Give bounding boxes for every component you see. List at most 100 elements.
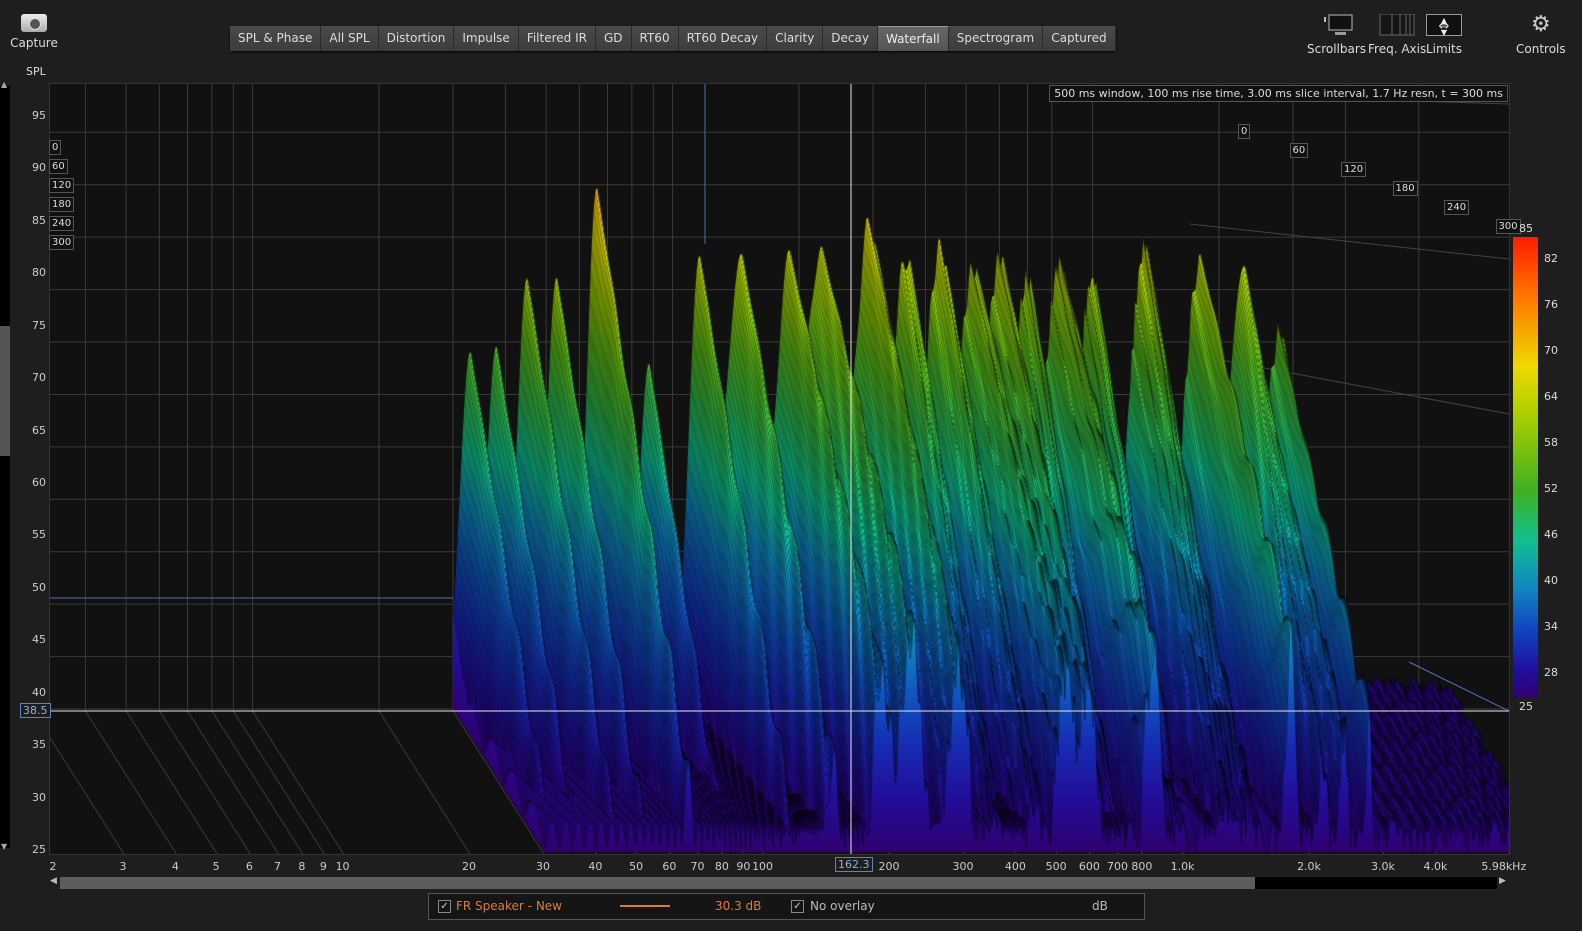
controls-button[interactable]: ⚙ Controls	[1516, 12, 1566, 57]
color-scale-label: 82	[1544, 252, 1558, 265]
camera-icon	[21, 14, 47, 32]
cursor-lines	[50, 84, 1509, 854]
capture-button[interactable]: Capture	[8, 14, 60, 50]
x-tick-label: 2.0k	[1297, 860, 1321, 873]
time-tick-label-left: 240	[49, 216, 75, 231]
overlay-checkbox[interactable]: ✓	[791, 900, 804, 913]
x-tick-label: 200	[878, 860, 900, 873]
waterfall-plot[interactable]	[49, 83, 1510, 855]
scrollbars-label: Scrollbars	[1307, 42, 1367, 56]
x-tick-label: 800	[1131, 860, 1153, 873]
color-scale-label: 40	[1544, 574, 1558, 587]
cursor-spl-readout: 38.5	[20, 703, 51, 718]
tab-waterfall[interactable]: Waterfall	[877, 26, 949, 51]
trace-checkbox[interactable]: ✓	[438, 900, 451, 913]
cursor-frequency-readout: 162.3	[835, 857, 873, 872]
x-tick-label: 4.0k	[1423, 860, 1448, 873]
time-tick-label-left: 60	[49, 159, 68, 174]
tab-captured[interactable]: Captured	[1043, 26, 1116, 51]
waterfall-settings-info: 500 ms window, 100 ms rise time, 3.00 ms…	[1049, 85, 1508, 102]
tab-gd[interactable]: GD	[595, 26, 632, 51]
color-scale-label: 76	[1544, 298, 1558, 311]
horizontal-scroll-thumb[interactable]	[60, 877, 1255, 889]
y-tick-label: 75	[32, 318, 46, 332]
color-scale-label: 64	[1544, 390, 1558, 403]
tab-spectrogram[interactable]: Spectrogram	[948, 26, 1044, 51]
y-tick-label: 90	[32, 161, 46, 175]
svg-text:▼: ▼	[1441, 28, 1448, 36]
y-tick-label: 70	[32, 371, 46, 385]
time-tick-label-left: 300	[49, 235, 75, 250]
overlay-label[interactable]: No overlay	[810, 899, 875, 913]
color-scale-label: 70	[1544, 344, 1558, 357]
x-tick-label: 600	[1078, 860, 1100, 873]
tab-decay[interactable]: Decay	[823, 26, 878, 51]
tab-distortion[interactable]: Distortion	[378, 26, 455, 51]
scroll-right-arrow-icon[interactable]: ▶	[1499, 876, 1506, 886]
color-scale-label: 52	[1544, 482, 1558, 495]
tab-filtered-ir[interactable]: Filtered IR	[518, 26, 596, 51]
x-tick-label: 70	[690, 860, 705, 873]
y-tick-label: 80	[32, 266, 46, 280]
y-tick-label: 65	[32, 423, 46, 437]
time-tick-label-left: 0	[49, 140, 62, 155]
x-tick-label: 9	[319, 860, 327, 873]
gear-icon: ⚙	[1530, 12, 1551, 37]
scroll-up-arrow-icon[interactable]: ▲	[1, 80, 7, 89]
y-tick-label: 95	[32, 109, 46, 122]
x-tick-label: 80	[714, 860, 729, 873]
color-scale-bar	[1513, 237, 1538, 697]
horizontal-scrollbar[interactable]	[60, 877, 1497, 889]
x-tick-label: 3.0k	[1371, 860, 1395, 873]
freq-axis-button[interactable]: Freq. Axis	[1368, 13, 1427, 56]
trace-color-swatch	[620, 905, 670, 907]
x-tick-label: 4	[171, 860, 179, 873]
x-tick-label: 100	[752, 860, 774, 873]
x-tick-label: 60	[662, 860, 677, 873]
tab-rt60[interactable]: RT60	[631, 26, 679, 51]
graph-tabs: SPL & Phase All SPL Distortion Impulse Filte…	[230, 26, 1116, 51]
x-tick-label: 3	[119, 860, 127, 873]
x-tick-label: 8	[298, 860, 306, 873]
y-tick-label: 25	[32, 843, 46, 857]
move-arrows-icon: ⇔ ▲ ▼	[1426, 14, 1462, 37]
legend-panel: ✓ FR Speaker - New 30.3 dB ✓ No overlay …	[428, 893, 1145, 920]
scrollbars-button[interactable]: Scrollbars	[1307, 14, 1366, 56]
trace-name[interactable]: FR Speaker - New	[456, 899, 562, 913]
color-scale-label: 28	[1544, 666, 1558, 679]
time-tick-label: 0	[1238, 124, 1251, 139]
color-scale-label: 34	[1544, 620, 1558, 633]
x-tick-label: 500	[1045, 860, 1067, 873]
limits-label: Limits	[1426, 42, 1462, 56]
capture-label: Capture	[10, 36, 58, 50]
y-tick-label: 50	[32, 580, 46, 594]
tab-all-spl[interactable]: All SPL	[321, 26, 379, 51]
y-tick-label: 45	[32, 633, 46, 647]
y-tick-label: 55	[32, 528, 46, 542]
x-tick-label: 10	[335, 860, 350, 873]
monitor-icon	[1307, 14, 1366, 36]
y-tick-label: 30	[32, 790, 46, 804]
tab-impulse[interactable]: Impulse	[454, 26, 519, 51]
tab-spl-phase[interactable]: SPL & Phase	[230, 26, 322, 51]
y-tick-label: 60	[32, 476, 46, 489]
time-tick-label-left: 120	[49, 178, 75, 193]
x-tick-label: 2	[49, 860, 57, 873]
x-tick-label: 6	[245, 860, 253, 873]
trace-value: 30.3 dB	[715, 899, 762, 913]
vertical-scrollbar[interactable]	[0, 86, 10, 848]
color-scale-label: 85	[1519, 222, 1533, 235]
freq-axis-icon	[1368, 13, 1426, 36]
tab-clarity[interactable]: Clarity	[767, 26, 824, 51]
time-tick-label: 120	[1341, 162, 1367, 177]
freq-axis-label: Freq. Axis	[1368, 42, 1427, 56]
time-tick-label-left: 180	[49, 197, 75, 212]
x-tick-label: 30	[535, 860, 550, 873]
color-scale-label: 46	[1544, 528, 1558, 541]
scroll-left-arrow-icon[interactable]: ◀	[50, 876, 57, 886]
tab-rt60-decay[interactable]: RT60 Decay	[678, 26, 768, 51]
x-tick-label: 40	[588, 860, 603, 873]
y-axis-title: SPL	[26, 65, 46, 78]
x-tick-label: 300	[952, 860, 974, 873]
limits-button[interactable]: ⇔ ▲ ▼ Limits	[1426, 14, 1462, 56]
